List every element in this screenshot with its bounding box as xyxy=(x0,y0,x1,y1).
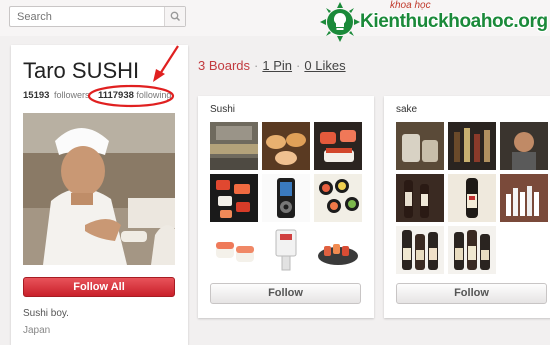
following-count[interactable]: 1117938 xyxy=(98,90,134,101)
pin-thumbnail[interactable] xyxy=(500,122,548,170)
profile-photo xyxy=(23,113,175,265)
tab-boards[interactable]: 3 Boards xyxy=(198,58,250,73)
pin-thumbnail[interactable] xyxy=(500,174,548,222)
pin-thumbnail[interactable] xyxy=(448,226,496,274)
profile-tabs: 3 Boards · 1 Pin · 0 Likes xyxy=(198,58,346,73)
board-follow-button[interactable]: Follow xyxy=(396,283,547,304)
pin-thumbnail[interactable] xyxy=(210,226,258,274)
site-watermark: khoa học Kienthuckhoahoc.org xyxy=(320,0,550,44)
pin-thumbnail[interactable] xyxy=(262,226,310,274)
pin-thumbnail[interactable] xyxy=(262,122,310,170)
profile-location: Japan xyxy=(23,325,51,336)
tab-pins[interactable]: 1 Pin xyxy=(262,58,292,73)
tab-likes[interactable]: 0 Likes xyxy=(304,58,345,73)
pin-thumbnail[interactable] xyxy=(314,226,362,274)
pin-thumbnail[interactable] xyxy=(448,122,496,170)
search-button[interactable] xyxy=(164,7,185,26)
pin-thumbnail[interactable] xyxy=(314,122,362,170)
board-thumbnails xyxy=(396,122,548,274)
pin-thumbnail[interactable] xyxy=(210,122,258,170)
search-icon xyxy=(170,11,181,22)
followers-label[interactable]: followers xyxy=(54,90,90,100)
profile-card: Taro SUSHI 15193 followers 1117938 follo… xyxy=(11,45,188,345)
following-label[interactable]: following xyxy=(136,90,171,100)
watermark-text: Kienthuckhoahoc.org xyxy=(360,11,548,32)
pin-thumbnail[interactable] xyxy=(396,226,444,274)
search-box[interactable] xyxy=(9,6,186,27)
board-thumbnails xyxy=(210,122,362,274)
lightbulb-logo-icon xyxy=(320,2,360,42)
pin-thumbnail[interactable] xyxy=(314,174,362,222)
search-input[interactable] xyxy=(10,7,165,26)
board-follow-button[interactable]: Follow xyxy=(210,283,361,304)
profile-bio: Sushi boy. xyxy=(23,308,69,319)
pin-thumbnail[interactable] xyxy=(396,174,444,222)
pin-thumbnail-empty xyxy=(500,226,548,274)
pin-thumbnail[interactable] xyxy=(210,174,258,222)
board-title[interactable]: sake xyxy=(396,104,417,115)
profile-name: Taro SUSHI xyxy=(23,58,140,83)
follow-all-button[interactable]: Follow All xyxy=(23,277,175,297)
followers-count[interactable]: 15193 xyxy=(23,90,49,101)
profile-stats: 15193 followers 1117938 following xyxy=(23,90,171,101)
pin-thumbnail[interactable] xyxy=(262,174,310,222)
board-card[interactable]: Sushi Follow xyxy=(198,96,374,318)
board-title[interactable]: Sushi xyxy=(210,104,235,115)
watermark-subtext: khoa học xyxy=(390,0,431,11)
pin-thumbnail[interactable] xyxy=(448,174,496,222)
pin-thumbnail[interactable] xyxy=(396,122,444,170)
board-card[interactable]: sake Follow xyxy=(384,96,550,318)
